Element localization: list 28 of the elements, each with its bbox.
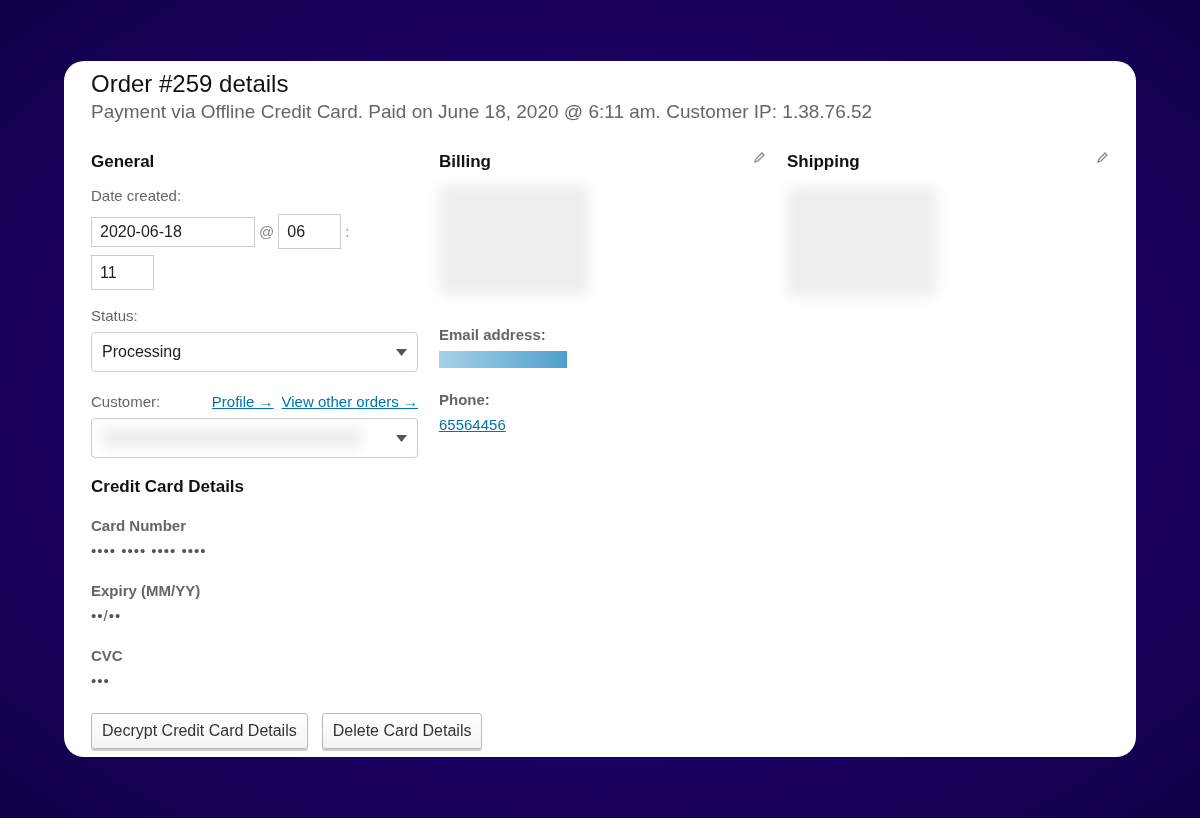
- masked-value: ••/••: [91, 606, 123, 626]
- phone-link[interactable]: 65564456: [439, 415, 766, 435]
- action-button[interactable]: Decrypt Credit Card Details: [91, 713, 308, 749]
- field-label: Card Number: [91, 516, 188, 536]
- field-label: CVC: [91, 646, 124, 666]
- field-label: Date created:: [91, 186, 183, 206]
- date-field[interactable]: 2020-06-18: [91, 216, 255, 247]
- section-heading: General: [91, 151, 155, 173]
- masked-value: •••: [91, 671, 111, 691]
- section-heading: Credit Card Details: [91, 476, 246, 498]
- separator-text: :: [345, 223, 350, 240]
- page-title: Order #259 details: [91, 69, 290, 99]
- minute-field[interactable]: 11: [91, 255, 154, 290]
- masked-value: •••• •••• •••• ••••: [91, 541, 208, 561]
- separator-text: @: [259, 223, 275, 240]
- payment-info: Payment via Offline Credit Card. Paid on June 18, 2020 @ 6:11 am. Customer IP: 1.38.76.52: [91, 100, 874, 124]
- action-button[interactable]: Delete Card Details: [321, 713, 483, 749]
- section-heading: Shipping: [787, 151, 860, 173]
- status-select[interactable]: Processing: [91, 332, 418, 372]
- section-heading: Billing: [439, 151, 491, 173]
- customer-link[interactable]: View other orders →: [281, 392, 418, 412]
- field-label: Phone:: [439, 390, 491, 410]
- field-label: Status:: [91, 306, 139, 326]
- field-label: Customer:: [91, 392, 161, 412]
- customer-link[interactable]: Profile →: [211, 392, 274, 412]
- field-label: Expiry (MM/YY): [91, 581, 202, 601]
- field-label: Email address:: [439, 325, 547, 345]
- hour-field[interactable]: 06: [278, 214, 342, 249]
